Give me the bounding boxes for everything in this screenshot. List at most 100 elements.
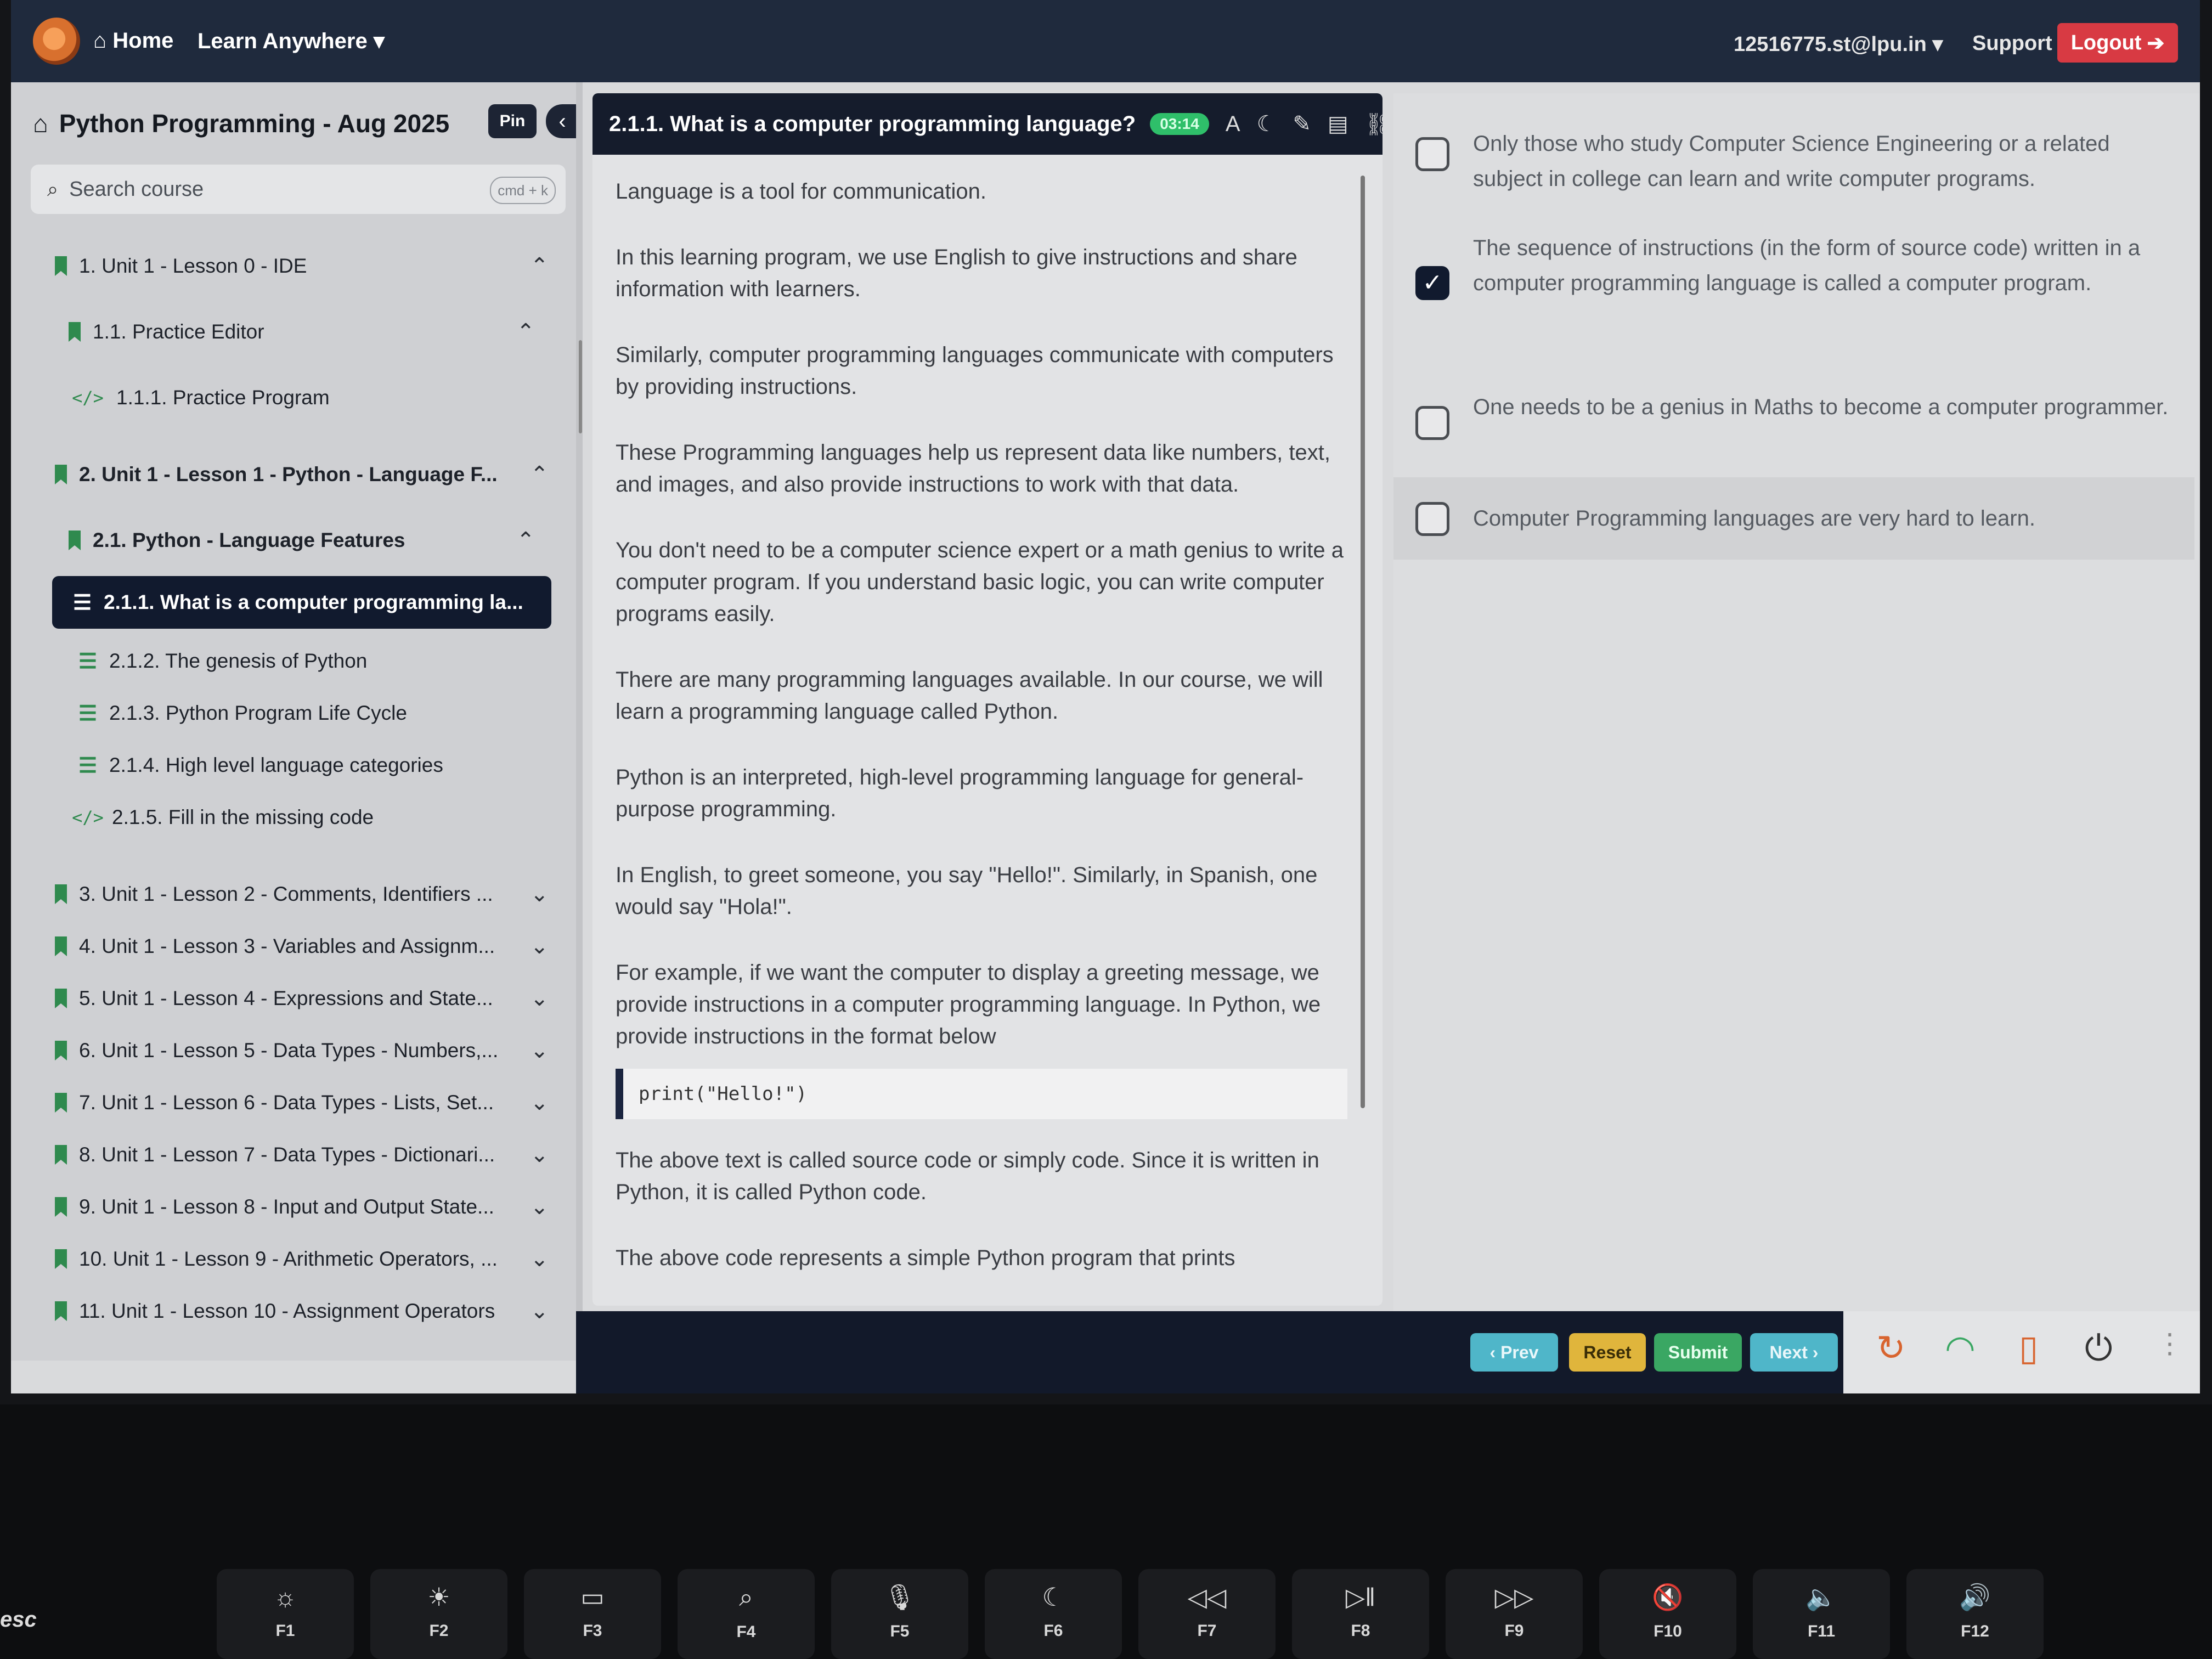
notes-icon[interactable]: ▤	[1328, 111, 1348, 137]
mute-icon: 🔇	[1652, 1583, 1684, 1611]
user-menu[interactable]: 12516775.st@lpu.in ▾	[1734, 32, 1943, 57]
quiz-option[interactable]: ✓ The sequence of instructions (in the f…	[1393, 230, 2194, 357]
course-sidebar: ⌂ Python Programming - Aug 2025 Pin ‹ ⌕ …	[11, 82, 576, 1361]
tree-item-unit1-lesson10[interactable]: 11. Unit 1 - Lesson 10 - Assignment Oper…	[11, 1286, 565, 1336]
fast-forward-icon: ▷▷	[1494, 1583, 1534, 1611]
chevron-down-icon[interactable]: ⌄	[530, 1090, 549, 1115]
tree-item-high-level-categories[interactable]: ☰ 2.1.4. High level language categories	[11, 741, 565, 790]
course-search[interactable]: ⌕ Search course cmd + k	[31, 165, 566, 214]
sidebar-scroll-thumb[interactable]	[579, 340, 582, 433]
chevron-down-icon[interactable]: ⌄	[530, 986, 549, 1011]
learn-anywhere-dropdown[interactable]: Learn Anywhere ▾	[198, 29, 385, 54]
tree-item-what-is-programming-language[interactable]: ☰ 2.1.1. What is a computer programming …	[52, 576, 551, 629]
battery-icon[interactable]: ▯	[2019, 1328, 2038, 1369]
tree-item-label: 2.1.1. What is a computer programming la…	[104, 591, 523, 613]
checkbox[interactable]	[1415, 502, 1449, 536]
chevron-up-icon[interactable]: ⌃	[530, 462, 549, 487]
tree-item-label: 7. Unit 1 - Lesson 6 - Data Types - List…	[79, 1091, 494, 1114]
bookmark-icon	[69, 322, 81, 342]
key-label: F8	[1351, 1622, 1370, 1640]
chevron-down-icon[interactable]: ⌄	[530, 1299, 549, 1324]
refresh-icon[interactable]: ↻	[1876, 1328, 1906, 1369]
logout-button[interactable]: Logout ➔	[2057, 23, 2178, 63]
pin-button[interactable]: Pin	[488, 104, 537, 138]
checkbox[interactable]	[1415, 137, 1449, 171]
tree-item-language-features[interactable]: 2.1. Python - Language Features ⌃	[11, 516, 565, 565]
logo-icon[interactable]	[33, 18, 80, 65]
chevron-down-icon[interactable]: ⌄	[530, 1038, 549, 1063]
chevron-up-icon[interactable]: ⌃	[516, 319, 535, 345]
tree-item-genesis-of-python[interactable]: ☰ 2.1.2. The genesis of Python	[11, 636, 565, 686]
list-icon: ☰	[78, 650, 98, 673]
tree-item-unit1-lesson3[interactable]: 4. Unit 1 - Lesson 3 - Variables and Ass…	[11, 922, 565, 971]
lesson-paragraph: The above text is called source code or …	[616, 1148, 1319, 1204]
tree-item-fill-missing-code[interactable]: </> 2.1.5. Fill in the missing code	[11, 793, 565, 842]
wifi-icon[interactable]: ◠	[1945, 1328, 1976, 1369]
lesson-paragraph: In English, to greet someone, you say "H…	[616, 863, 1318, 919]
key-label: F5	[890, 1622, 910, 1640]
key-label: F9	[1504, 1622, 1524, 1640]
tree-item-unit1-lesson7[interactable]: 8. Unit 1 - Lesson 7 - Data Types - Dict…	[11, 1130, 565, 1180]
key-label: F6	[1043, 1622, 1063, 1640]
chevron-down-icon[interactable]: ⌄	[530, 1194, 549, 1220]
logout-label: Logout	[2070, 31, 2142, 54]
quiz-option-text: One needs to be a genius in Maths to bec…	[1473, 395, 2169, 419]
play-pause-icon: ▷‖	[1345, 1583, 1376, 1611]
content-scrollbar[interactable]	[1361, 176, 1365, 1108]
tree-item-unit1-lesson4[interactable]: 5. Unit 1 - Lesson 4 - Expressions and S…	[11, 974, 565, 1023]
f7-key: ◁◁ F7	[1138, 1569, 1276, 1659]
tree-item-unit1-lesson5[interactable]: 6. Unit 1 - Lesson 5 - Data Types - Numb…	[11, 1026, 565, 1075]
system-tray: ↻ ◠ ▯ ⏻ ⋮	[1843, 1311, 2200, 1393]
edit-icon[interactable]: ✎	[1293, 111, 1311, 137]
font-size-icon[interactable]: A	[1226, 112, 1240, 137]
tree-item-life-cycle[interactable]: ☰ 2.1.3. Python Program Life Cycle	[11, 689, 565, 738]
f9-key: ▷▷ F9	[1446, 1569, 1583, 1659]
tree-item-label: 2.1.4. High level language categories	[109, 754, 443, 776]
checkbox[interactable]	[1415, 406, 1449, 440]
lesson-paragraph: In this learning program, we use English…	[616, 245, 1297, 301]
link-icon[interactable]: ⛓	[1365, 111, 1383, 137]
reset-button[interactable]: Reset	[1569, 1333, 1646, 1372]
tree-item-label: 2.1.2. The genesis of Python	[109, 650, 368, 672]
quiz-option[interactable]: One needs to be a genius in Maths to bec…	[1393, 384, 2194, 472]
collapse-sidebar-button[interactable]: ‹	[546, 104, 576, 138]
tree-item-practice-editor[interactable]: 1.1. Practice Editor ⌃	[11, 307, 565, 357]
submit-button[interactable]: Submit	[1654, 1333, 1742, 1372]
tree-item-label: 2.1.5. Fill in the missing code	[112, 806, 374, 828]
chevron-down-icon[interactable]: ⌄	[530, 934, 549, 959]
home-link[interactable]: ⌂ Home	[93, 29, 173, 53]
list-icon: ☰	[72, 591, 92, 614]
quiz-option[interactable]: Only those who study Computer Science En…	[1393, 115, 2194, 198]
checkmark-icon: ✓	[1422, 269, 1443, 296]
home-icon: ⌂	[93, 29, 107, 53]
power-icon[interactable]: ⏻	[2085, 1328, 2113, 1369]
f2-key: ☀ F2	[370, 1569, 507, 1659]
chevron-down-icon[interactable]: ⌄	[530, 1246, 549, 1272]
dark-mode-icon[interactable]: ☾	[1257, 111, 1277, 137]
chevron-down-icon[interactable]: ⌄	[530, 1142, 549, 1167]
checkbox-checked[interactable]: ✓	[1415, 266, 1449, 300]
tree-item-unit1-lesson9[interactable]: 10. Unit 1 - Lesson 9 - Arithmetic Opera…	[11, 1234, 565, 1284]
code-icon: </>	[72, 807, 104, 828]
caret-down-icon: ▾	[1932, 33, 1943, 56]
tree-item-unit1-lesson0[interactable]: 1. Unit 1 - Lesson 0 - IDE ⌃	[11, 241, 565, 291]
prev-button[interactable]: ‹ Prev	[1470, 1333, 1558, 1372]
chevron-down-icon[interactable]: ⌄	[530, 882, 549, 907]
tree-item-practice-program[interactable]: </> 1.1.1. Practice Program	[11, 373, 565, 422]
bookmark-icon	[55, 465, 67, 484]
chevron-up-icon[interactable]: ⌃	[516, 528, 535, 553]
tree-item-unit1-lesson1[interactable]: 2. Unit 1 - Lesson 1 - Python - Language…	[11, 450, 565, 499]
screen: ⌂ Home Learn Anywhere ▾ 12516775.st@lpu.…	[11, 0, 2200, 1393]
more-icon[interactable]: ⋮	[2156, 1328, 2183, 1359]
f11-key: 🔈 F11	[1753, 1569, 1890, 1659]
tree-item-unit1-lesson6[interactable]: 7. Unit 1 - Lesson 6 - Data Types - List…	[11, 1078, 565, 1127]
support-link[interactable]: Support	[1972, 32, 2052, 55]
tree-item-unit1-lesson8[interactable]: 9. Unit 1 - Lesson 8 - Input and Output …	[11, 1182, 565, 1232]
next-button[interactable]: Next ›	[1750, 1333, 1838, 1372]
microphone-icon: 🎙	[883, 1583, 916, 1611]
sidebar-scrollbar[interactable]	[576, 82, 583, 1361]
search-input[interactable]: Search course	[69, 178, 204, 201]
chevron-up-icon[interactable]: ⌃	[530, 253, 549, 279]
tree-item-unit1-lesson2[interactable]: 3. Unit 1 - Lesson 2 - Comments, Identif…	[11, 870, 565, 919]
quiz-option[interactable]: Computer Programming languages are very …	[1393, 477, 2194, 560]
